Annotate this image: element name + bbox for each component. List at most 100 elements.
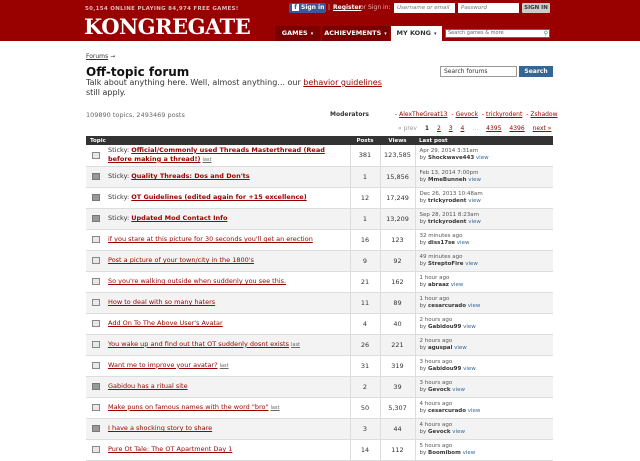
view-last-post-link[interactable]: view — [463, 366, 476, 372]
locked-topic-icon — [92, 383, 100, 390]
topic-link[interactable]: I have a shocking story to share — [108, 424, 212, 432]
last-post-user[interactable]: aguspal — [428, 345, 452, 351]
last-post-user[interactable]: Gabidou99 — [428, 366, 461, 372]
last-post-user[interactable]: StreptoFire — [428, 261, 463, 267]
breadcrumb-forums-link[interactable]: Forums — [86, 53, 108, 60]
search-forums-input[interactable] — [440, 66, 517, 77]
password-input[interactable] — [458, 3, 519, 13]
view-last-post-link[interactable]: view — [468, 219, 481, 225]
header-separator: | — [328, 4, 331, 11]
last-post-user[interactable]: cesarcurado — [428, 303, 466, 309]
last-post-cell: 1 hour ago by abraaz view — [414, 271, 553, 293]
view-last-post-link[interactable]: view — [463, 324, 476, 330]
site-search-input[interactable]: Search games & more ⚲ — [445, 29, 550, 38]
moderator-link[interactable]: trickyrodent — [486, 111, 522, 118]
nav-games-label: GAMES — [281, 29, 308, 37]
behavior-guidelines-link[interactable]: behavior guidelines — [303, 78, 382, 87]
view-last-post-link[interactable]: view — [451, 282, 464, 288]
moderators-label: Moderators — [330, 111, 369, 118]
topic-cell: Make puns on famous names with the word … — [106, 397, 350, 419]
last-post-user[interactable]: trickyrodent — [428, 198, 466, 204]
by-label: by — [419, 218, 427, 225]
username-input[interactable] — [394, 3, 455, 13]
view-last-post-link[interactable]: view — [468, 198, 481, 204]
page-link[interactable]: 3 — [449, 125, 453, 132]
topic-link[interactable]: OT Guidelines (edited again for +15 exce… — [131, 193, 306, 201]
last-page-link[interactable]: last — [270, 405, 279, 411]
view-last-post-link[interactable]: view — [476, 155, 489, 161]
last-post-user[interactable]: diss17se — [428, 240, 455, 246]
page-link[interactable]: 4396 — [509, 125, 524, 132]
last-post-date: Dec 26, 2013 10:48am — [419, 190, 483, 197]
register-link[interactable]: Register — [333, 4, 362, 11]
topic-icon — [92, 446, 100, 453]
view-last-post-link[interactable]: view — [454, 345, 467, 351]
site-search-placeholder: Search games & more — [448, 30, 504, 36]
view-last-post-link[interactable]: view — [452, 429, 465, 435]
last-post-user[interactable]: Shockwave443 — [428, 155, 474, 161]
topic-link[interactable]: Updated Mod Contact Info — [131, 214, 227, 222]
last-post-user[interactable]: cesarcurado — [428, 408, 466, 414]
last-post-date: 49 minutes ago — [419, 253, 463, 260]
views-count: 319 — [379, 355, 415, 377]
by-label: by — [419, 386, 427, 393]
view-last-post-link[interactable]: view — [457, 240, 470, 246]
pagination: « prev 1 2 3 4 … 4395 4396 next » — [395, 125, 554, 132]
last-post-date: 2 hours ago — [419, 316, 453, 323]
view-last-post-link[interactable]: view — [468, 408, 481, 414]
page-link[interactable]: 4395 — [486, 125, 501, 132]
topic-link[interactable]: Gabidou has a ritual site — [108, 382, 188, 390]
topic-link[interactable]: Official/Commonly used Threads Masterthr… — [108, 146, 325, 163]
moderator-link[interactable]: AlexTheGreat13 — [399, 111, 447, 118]
view-last-post-link[interactable]: view — [452, 387, 465, 393]
search-icon[interactable]: ⚲ — [544, 30, 548, 37]
topic-link[interactable]: if you stare at this picture for 30 seco… — [108, 235, 313, 243]
topic-link[interactable]: Post a picture of your town/city in the … — [108, 256, 254, 264]
search-forums-button[interactable]: Search — [519, 66, 553, 77]
last-post-user[interactable]: abraaz — [428, 282, 449, 288]
last-post-date: Apr 29, 2014 3:31am — [419, 148, 479, 155]
last-post-user[interactable]: Gevock — [428, 387, 451, 393]
chevron-down-icon: ▾ — [310, 31, 314, 37]
last-post-user[interactable]: Gabidou99 — [428, 324, 461, 330]
nav-games[interactable]: GAMES ▾ — [275, 26, 320, 41]
topic-link[interactable]: Make puns on famous names with the word … — [108, 403, 268, 411]
view-last-post-link[interactable]: view — [468, 177, 481, 183]
topic-link[interactable]: You wake up and find out that OT suddenl… — [108, 340, 289, 348]
nav-achievements[interactable]: ACHIEVEMENTS ▾ — [322, 26, 389, 41]
by-label: by — [419, 281, 427, 288]
breadcrumb: Forums → — [86, 53, 115, 60]
sticky-label: Sticky: — [108, 193, 130, 201]
topic-link[interactable]: So you're walking outside when suddenly … — [108, 277, 286, 285]
view-last-post-link[interactable]: view — [468, 303, 481, 309]
posts-count: 2 — [349, 376, 380, 398]
next-page[interactable]: next » — [533, 125, 552, 132]
last-page-link[interactable]: last — [291, 342, 300, 348]
topic-icon-cell — [86, 292, 106, 314]
last-post-user[interactable]: Gevock — [428, 429, 451, 435]
moderator-link[interactable]: Zshadow — [530, 111, 557, 118]
last-post-user[interactable]: trickyrodent — [428, 219, 466, 225]
view-last-post-link[interactable]: view — [465, 261, 478, 267]
views-count: 89 — [379, 292, 415, 314]
topic-link[interactable]: Quality Threads: Dos and Don'ts — [131, 172, 249, 180]
topic-link[interactable]: Want me to improve your avatar? — [108, 361, 218, 369]
sign-in-button[interactable]: SIGN IN — [522, 3, 550, 13]
locked-topic-icon — [92, 173, 100, 180]
nav-my-kong[interactable]: MY KONG ▾ — [391, 26, 442, 41]
last-post-date: Sep 28, 2011 8:23am — [419, 211, 479, 218]
kongregate-logo[interactable]: KONGREGATE — [84, 14, 251, 39]
topic-link[interactable]: Pure Ot Tale: The OT Apartment Day 1 — [108, 445, 232, 453]
last-page-link[interactable]: last — [202, 157, 211, 163]
facebook-signin-button[interactable]: f Sign in — [289, 3, 326, 13]
table-row: Sticky: Updated Mod Contact Info 1 13,209 S… — [86, 208, 553, 230]
chevron-down-icon: ▾ — [433, 31, 437, 37]
topic-link[interactable]: How to deal with so many haters — [108, 298, 215, 306]
page-link[interactable]: 2 — [437, 125, 441, 132]
last-page-link[interactable]: last — [220, 363, 229, 369]
last-post-cell: 49 minutes ago by StreptoFire view — [414, 250, 553, 272]
last-post-user[interactable]: MmeBunneh — [428, 177, 467, 183]
page-link[interactable]: 4 — [461, 125, 465, 132]
moderator-link[interactable]: Gevock — [456, 111, 478, 118]
topic-link[interactable]: Add On To The Above User's Avatar — [108, 319, 223, 327]
